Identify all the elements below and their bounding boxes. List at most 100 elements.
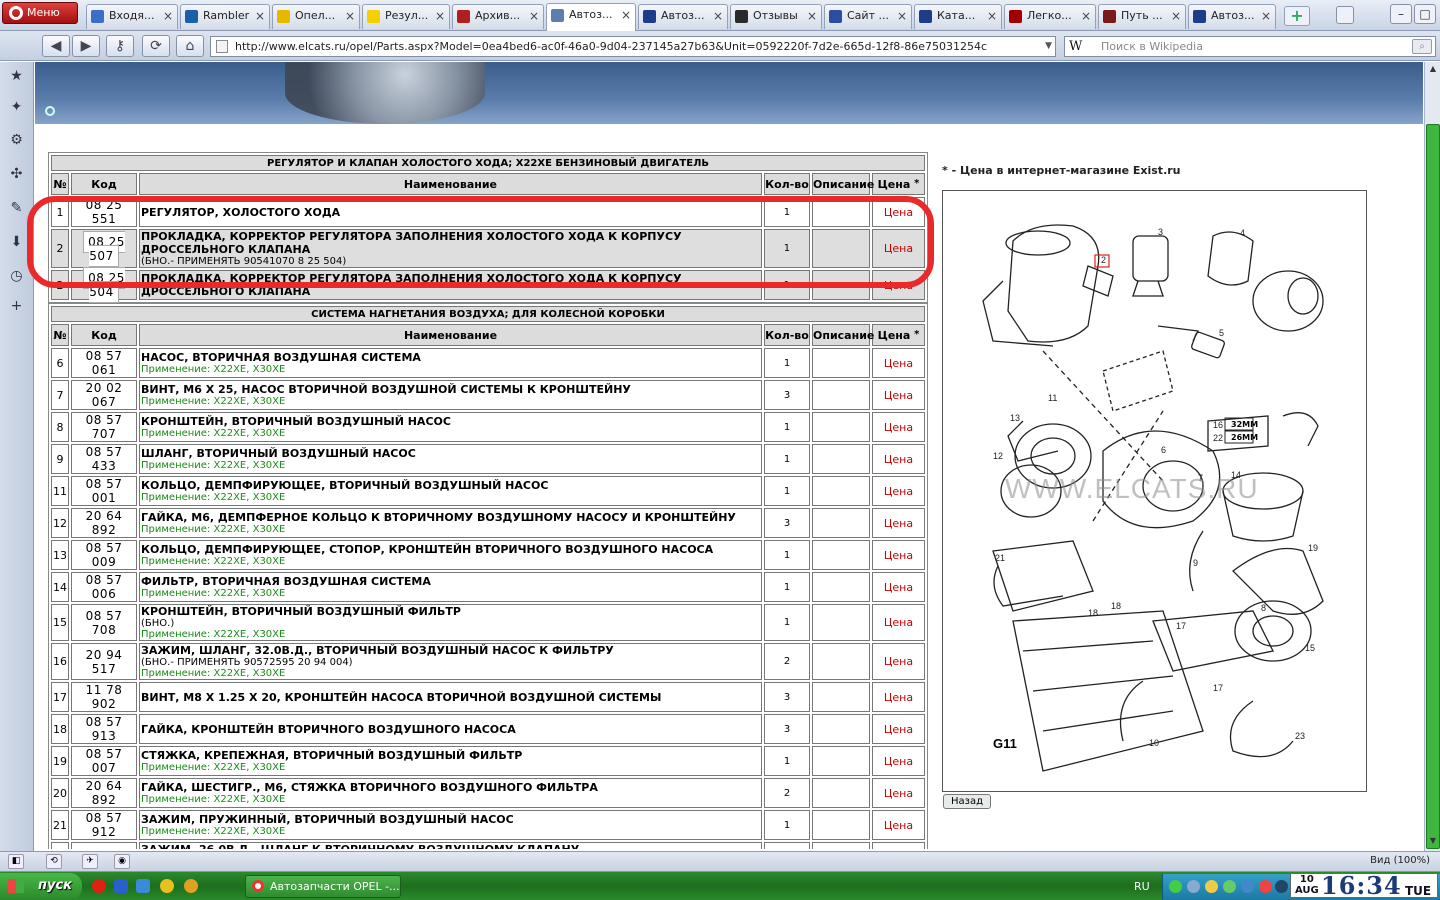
browser-tab[interactable]: Архив... × [452, 4, 544, 29]
tray-flower-icon[interactable] [1223, 880, 1236, 893]
panel-toggle-icon[interactable]: ◧ [8, 854, 24, 869]
tray-app-icon[interactable] [1205, 880, 1218, 893]
price-link[interactable]: Цена [872, 842, 925, 849]
trash-icon[interactable] [1336, 6, 1354, 24]
reload-icon[interactable]: ⟳ [142, 35, 170, 57]
price-link[interactable]: Цена [872, 412, 925, 442]
browser-tab[interactable]: Опел... × [272, 4, 360, 29]
part-code-text[interactable]: 20 94 517 [86, 648, 123, 676]
downloads-icon[interactable]: ⬇ [8, 234, 25, 251]
bookmarks-icon[interactable]: ★ [8, 68, 25, 85]
back-button[interactable]: Назад [943, 794, 991, 809]
part-code-text[interactable]: 08 57 001 [86, 477, 123, 505]
close-tab-icon[interactable]: × [163, 5, 173, 27]
save-icon[interactable] [114, 879, 128, 893]
images-icon[interactable]: ◉ [114, 854, 130, 869]
scroll-up-icon[interactable]: ▲ [1427, 64, 1439, 76]
browser-tab[interactable]: Автоз... × [546, 3, 636, 31]
part-code-text[interactable]: 08 57 912 [86, 811, 123, 839]
close-tab-icon[interactable]: × [897, 5, 907, 27]
price-link[interactable]: Цена [872, 540, 925, 570]
browser-tab[interactable]: Ката... × [914, 4, 1002, 29]
part-code-text[interactable]: 20 64 892 [86, 779, 123, 807]
home-icon[interactable]: ⌂ [176, 35, 204, 57]
clock[interactable]: 10 AUG 16:34 TUE [1290, 871, 1438, 900]
price-link[interactable]: Цена [872, 476, 925, 506]
wikipedia-icon[interactable]: W [1069, 37, 1082, 56]
part-code-text[interactable]: 20 94 506 [86, 847, 123, 850]
search-field[interactable]: W Поиск в Wikipedia ⌕ [1064, 36, 1436, 57]
menu-button[interactable]: Меню [2, 2, 78, 24]
price-link[interactable]: Цена [872, 778, 925, 808]
opera-icon[interactable] [92, 879, 106, 893]
part-code-text[interactable]: 08 57 006 [86, 573, 123, 601]
maximize-button[interactable]: □ [1414, 4, 1436, 24]
part-code-text[interactable]: 08 57 433 [86, 445, 123, 473]
back-arrow-icon[interactable]: ◀ [42, 35, 70, 57]
price-link[interactable]: Цена [872, 746, 925, 776]
add-panel-icon[interactable]: + [8, 298, 25, 315]
zoom-level[interactable]: Вид (100%) [1370, 855, 1430, 866]
unite-icon[interactable]: ✣ [8, 166, 25, 183]
volume-icon[interactable] [1241, 880, 1254, 893]
parts-diagram[interactable]: 234 5 11 13 12 6 7 14 9 19 21 8 18 18 17 15 17 10 23… [942, 190, 1367, 792]
url-field[interactable]: http://www.elcats.ru/opel/Parts.aspx?Mod… [210, 36, 1056, 57]
network-icon[interactable] [1187, 880, 1200, 893]
part-code-text[interactable]: 20 64 892 [86, 509, 123, 537]
browser-tab[interactable]: Резул... × [362, 4, 450, 29]
close-tab-icon[interactable]: × [345, 5, 355, 27]
sync-icon[interactable]: ⟲ [46, 854, 62, 869]
at-sign-icon[interactable] [184, 879, 198, 893]
price-link[interactable]: Цена [872, 380, 925, 410]
price-link[interactable]: Цена [872, 348, 925, 378]
flower-icon[interactable] [160, 879, 174, 893]
minimize-button[interactable]: – [1390, 4, 1412, 24]
antivirus-icon[interactable] [1259, 880, 1272, 893]
close-tab-icon[interactable]: × [529, 5, 539, 27]
key-icon[interactable]: ⚷ [106, 35, 134, 57]
close-tab-icon[interactable]: × [1261, 5, 1271, 27]
speed-dial-icon[interactable]: ✦ [8, 99, 25, 116]
part-code-text[interactable]: 08 57 009 [86, 541, 123, 569]
tray-arrow-icon[interactable] [1169, 880, 1182, 893]
history-icon[interactable]: ◷ [8, 268, 25, 285]
chevron-down-icon[interactable]: ▼ [1045, 37, 1052, 56]
close-tab-icon[interactable]: × [255, 5, 265, 27]
part-code-text[interactable]: 08 57 707 [86, 413, 123, 441]
price-link[interactable]: Цена [872, 810, 925, 840]
price-link[interactable]: Цена [872, 643, 925, 680]
part-code-text[interactable]: 20 02 067 [86, 381, 123, 409]
language-indicator[interactable]: RU [1134, 880, 1150, 893]
vertical-scrollbar[interactable]: ▲ ▼ [1424, 62, 1440, 851]
price-link[interactable]: Цена [872, 714, 925, 744]
price-link[interactable]: Цена [872, 444, 925, 474]
part-code-text[interactable]: 08 57 913 [86, 715, 123, 743]
browser-tab[interactable]: Автоз... × [1188, 4, 1276, 29]
tray-app-icon-2[interactable] [1275, 880, 1288, 893]
part-code-text[interactable]: 08 57 708 [86, 609, 123, 637]
close-tab-icon[interactable]: × [1081, 5, 1091, 27]
notes-icon[interactable]: ✎ [8, 200, 25, 217]
close-tab-icon[interactable]: × [1171, 5, 1181, 27]
browser-tab[interactable]: Легко... × [1004, 4, 1096, 29]
new-tab-button[interactable]: + [1284, 6, 1310, 26]
widgets-icon[interactable]: ⚙ [8, 132, 25, 149]
close-tab-icon[interactable]: × [435, 5, 445, 27]
browser-tab[interactable]: Rambler × [180, 4, 270, 29]
taskbar-window-opera[interactable]: Автозапчасти OPEL -... [245, 875, 401, 898]
close-tab-icon[interactable]: × [987, 5, 997, 27]
close-tab-icon[interactable]: × [621, 4, 631, 26]
forward-arrow-icon[interactable]: ▶ [72, 35, 100, 57]
scroll-thumb[interactable] [1426, 124, 1440, 849]
search-icon[interactable]: ⌕ [1412, 39, 1432, 54]
browser-tab[interactable]: Путь ... × [1098, 4, 1186, 29]
desktop-icon[interactable] [136, 879, 150, 893]
price-link[interactable]: Цена [872, 604, 925, 641]
browser-tab[interactable]: Автоз... × [638, 4, 728, 29]
price-link[interactable]: Цена [872, 572, 925, 602]
close-tab-icon[interactable]: × [807, 5, 817, 27]
price-link[interactable]: Цена [872, 508, 925, 538]
part-code-text[interactable]: 08 57 007 [86, 747, 123, 775]
scroll-down-icon[interactable]: ▼ [1427, 836, 1439, 848]
close-tab-icon[interactable]: × [713, 5, 723, 27]
